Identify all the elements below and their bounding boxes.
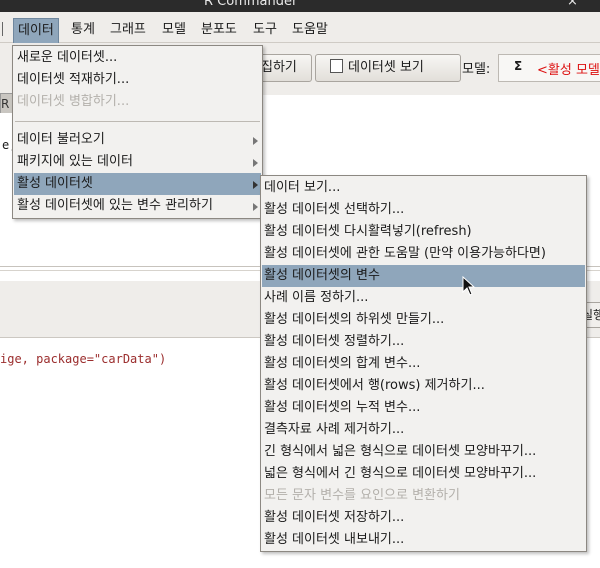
window-title: R Commander — [204, 0, 298, 9]
menu-distributions[interactable]: 분포도 — [197, 18, 241, 42]
submenu-item-convert-factors: 모든 문자 변수를 요인으로 변환하기 — [264, 488, 460, 503]
mouse-cursor-icon — [462, 276, 476, 296]
submenu-item-remove-rows[interactable]: 활성 데이터셋에서 행(rows) 제거하기... — [264, 375, 485, 397]
submenu-item-stack[interactable]: 활성 데이터셋의 누적 변수... — [264, 397, 420, 419]
submenu-item-view-data[interactable]: 데이터 보기... — [264, 177, 340, 199]
submenu-arrow-icon — [253, 159, 258, 167]
menu-graphs[interactable]: 그래프 — [106, 18, 150, 42]
submenu-item-wide-to-long[interactable]: 넓은 형식에서 긴 형식으로 데이터셋 모양바꾸기... — [264, 463, 536, 485]
title-bar: R Commander × — [0, 0, 600, 12]
output-text: ige, package="carData") — [0, 352, 167, 366]
view-dataset-label: 데이터셋 보기 — [348, 60, 424, 75]
submenu-item-select-dataset[interactable]: 활성 데이터셋 선택하기... — [264, 199, 404, 221]
edit-dataset-label: 집하기 — [261, 60, 297, 75]
menu-separator — [15, 121, 260, 122]
model-label: 모델: — [462, 62, 491, 77]
menu-item-active-dataset[interactable]: 활성 데이터셋 — [14, 173, 261, 195]
sigma-icon: Σ — [514, 59, 523, 73]
submenu-item-export-dataset[interactable]: 활성 데이터셋 내보내기... — [264, 529, 404, 551]
menu-item-data-in-packages[interactable]: 패키지에 있는 데이터 — [17, 151, 133, 173]
active-model-value: <활성 모델 — [537, 63, 600, 78]
submenu-item-dataset-help[interactable]: 활성 데이터셋에 관한 도움말 (만약 이용가능하다면) — [264, 243, 546, 265]
view-dataset-button[interactable]: 데이터셋 보기 — [315, 54, 461, 82]
submenu-item-aggregate[interactable]: 활성 데이터셋의 합계 변수... — [264, 353, 420, 375]
menu-bar: 데이터 통계 그래프 모델 분포도 도구 도움말 — [0, 12, 600, 44]
menu-item-merge-datasets: 데이터셋 병합하기... — [17, 94, 130, 109]
menu-data[interactable]: 데이터 — [13, 18, 59, 44]
submenu-arrow-icon — [253, 203, 258, 211]
dataset-view-icon — [330, 59, 343, 73]
menu-item-import-data[interactable]: 데이터 불러오기 — [17, 129, 105, 151]
submenu-item-set-case-names[interactable]: 사례 이름 정하기... — [264, 287, 368, 309]
close-icon[interactable]: × — [567, 0, 578, 9]
submenu-arrow-icon — [253, 181, 258, 189]
submenu-arrow-icon — [253, 137, 258, 145]
submenu-item-remove-missing[interactable]: 결측자료 사례 제거하기... — [264, 419, 404, 441]
data-menu-dropdown: 새로운 데이터셋... 데이터셋 적재하기... 데이터셋 병합하기... 데이… — [12, 45, 263, 219]
submenu-item-sort[interactable]: 활성 데이터셋 정렬하기... — [264, 331, 404, 353]
menu-tools[interactable]: 도구 — [249, 18, 281, 42]
menu-models[interactable]: 모델 — [158, 18, 190, 42]
submenu-item-save-dataset[interactable]: 활성 데이터셋 저장하기... — [264, 507, 404, 529]
menu-statistics[interactable]: 통계 — [67, 18, 99, 42]
submenu-item-long-to-wide[interactable]: 긴 형식에서 넓은 형식으로 데이터셋 모양바꾸기... — [264, 441, 536, 463]
submenu-item-subset[interactable]: 활성 데이터셋의 하위셋 만들기... — [264, 309, 444, 331]
menu-item-manage-variables[interactable]: 활성 데이터셋에 있는 변수 관리하기 — [17, 195, 213, 217]
menu-item-new-dataset[interactable]: 새로운 데이터셋... — [17, 47, 117, 69]
menu-item-load-dataset[interactable]: 데이터셋 적재하기... — [17, 69, 129, 91]
submenu-item-refresh[interactable]: 활성 데이터셋 다시활력넣기(refresh) — [264, 221, 472, 243]
menubar-separator — [2, 22, 3, 36]
active-dataset-submenu: 데이터 보기... 활성 데이터셋 선택하기... 활성 데이터셋 다시활력넣기… — [260, 175, 587, 552]
submenu-item-variables[interactable]: 활성 데이터셋의 변수 — [262, 265, 585, 287]
menu-help[interactable]: 도움말 — [288, 18, 332, 42]
